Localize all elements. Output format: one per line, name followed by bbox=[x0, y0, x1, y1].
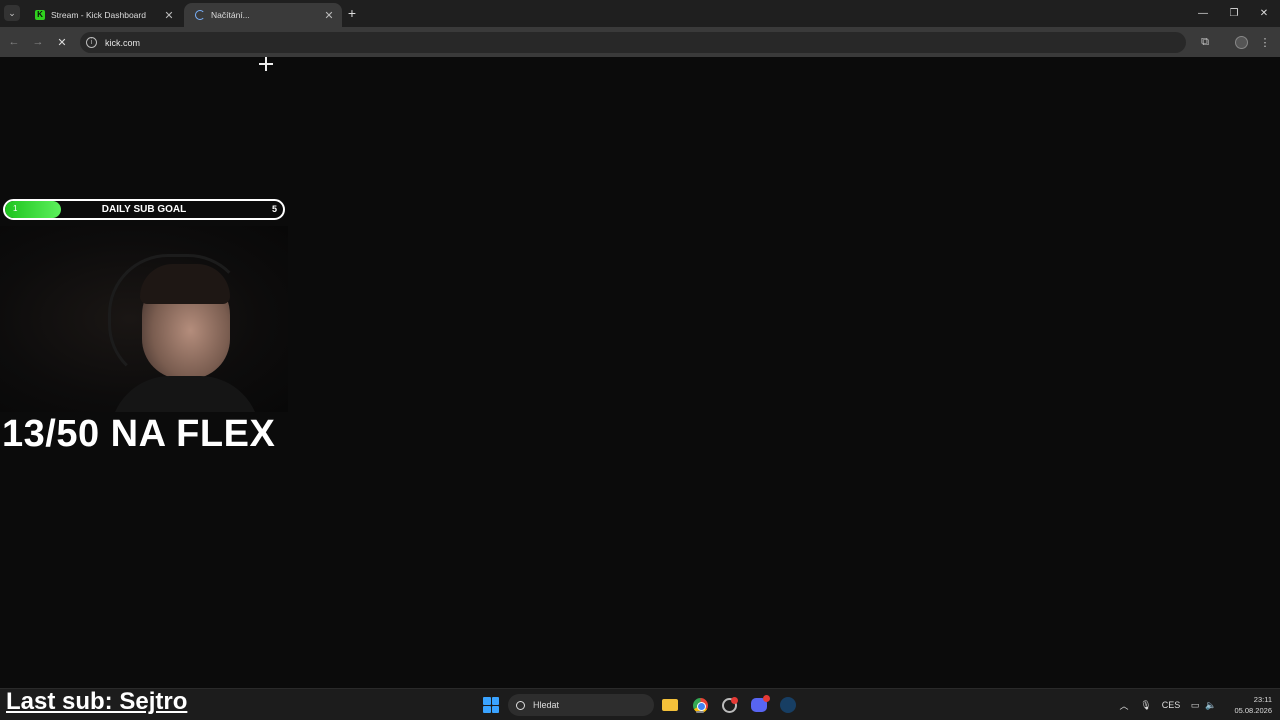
back-button[interactable]: ← bbox=[5, 33, 23, 51]
address-text: kick.com bbox=[105, 37, 141, 48]
webcam-feed bbox=[0, 226, 288, 412]
daily-sub-goal-bar: 1 DAILY SUB GOAL 5 bbox=[3, 199, 285, 220]
clock-date: 05.08.2026 bbox=[1234, 706, 1272, 715]
site-info-icon[interactable]: i bbox=[86, 37, 97, 48]
tab-loading[interactable]: Načítání... ✕ bbox=[184, 3, 342, 27]
steam-icon[interactable] bbox=[779, 696, 797, 714]
kick-icon: K bbox=[34, 9, 46, 21]
close-tab-icon[interactable]: ✕ bbox=[322, 8, 336, 22]
sub-goal-label: DAILY SUB GOAL bbox=[101, 204, 187, 215]
close-tab-icon[interactable]: ✕ bbox=[162, 8, 176, 22]
clock-time: 23:11 bbox=[1253, 695, 1272, 704]
tab-search-button[interactable]: ⌄ bbox=[4, 5, 20, 21]
last-sub-label: Last sub: Sejtro bbox=[6, 688, 188, 715]
stop-loading-button[interactable]: ✕ bbox=[53, 33, 71, 51]
language-indicator[interactable]: CES bbox=[1161, 698, 1181, 712]
sub-goal-target: 5 bbox=[271, 204, 277, 214]
streamer-body bbox=[110, 376, 260, 412]
taskbar-search-placeholder: Hledat bbox=[533, 700, 560, 710]
profile-avatar[interactable] bbox=[1232, 33, 1250, 51]
microphone-icon[interactable]: 🎙 bbox=[1140, 698, 1152, 712]
menu-kebab-icon[interactable]: ⋮ bbox=[1256, 33, 1274, 51]
app-icon[interactable] bbox=[720, 696, 738, 714]
volume-icon[interactable]: 🔈 bbox=[1205, 698, 1217, 712]
discord-icon[interactable] bbox=[750, 695, 770, 714]
show-hidden-icons-icon[interactable]: ︿ bbox=[1118, 698, 1130, 712]
flex-goal-headline: 13/50 NA FLEX bbox=[2, 413, 276, 455]
minimize-button[interactable]: — bbox=[1187, 0, 1219, 27]
close-window-button[interactable]: ✕ bbox=[1248, 0, 1280, 27]
streamer-hair bbox=[140, 264, 230, 304]
browser-tab-strip: ⌄ K Stream - Kick Dashboard ✕ Načítání..… bbox=[0, 0, 1280, 27]
file-explorer-icon[interactable] bbox=[661, 696, 679, 714]
windows-start-icon[interactable] bbox=[483, 697, 499, 713]
network-icon[interactable]: ▭ bbox=[1189, 698, 1201, 712]
taskbar-clock[interactable]: 23:11 05.08.2026 bbox=[1222, 694, 1272, 716]
forward-button[interactable]: → bbox=[29, 33, 47, 51]
search-icon bbox=[516, 700, 525, 710]
new-tab-button[interactable]: + bbox=[344, 5, 360, 21]
tab-title: Stream - Kick Dashboard bbox=[51, 10, 146, 20]
browser-toolbar: ← → ✕ i kick.com ⧉ ⋮ bbox=[0, 27, 1280, 57]
tab-title: Načítání... bbox=[211, 10, 250, 20]
windows-taskbar: Hledat ︿ 🎙 CES ▭ 🔈 23:11 05.08.2026 bbox=[0, 688, 1280, 720]
crosshair-cursor-icon bbox=[259, 57, 273, 71]
address-bar[interactable]: i kick.com bbox=[80, 32, 1186, 53]
restore-button[interactable]: ❐ bbox=[1218, 0, 1250, 27]
tab-kick-dashboard[interactable]: K Stream - Kick Dashboard ✕ bbox=[24, 3, 182, 27]
extensions-icon[interactable]: ⧉ bbox=[1196, 33, 1214, 51]
chrome-icon[interactable] bbox=[691, 696, 709, 714]
taskbar-search[interactable]: Hledat bbox=[508, 694, 654, 716]
loading-spinner-icon bbox=[194, 9, 206, 21]
